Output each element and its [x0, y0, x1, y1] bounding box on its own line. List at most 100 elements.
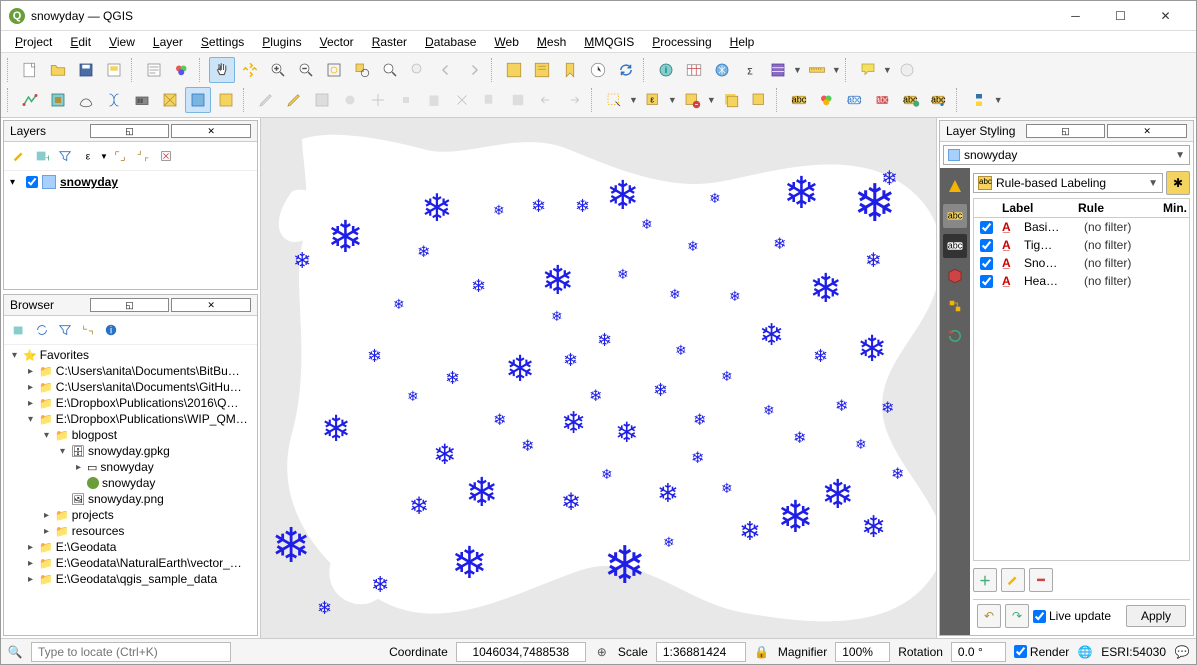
browser-item[interactable]: ▾🗄snowyday.gpkg [6, 443, 255, 459]
rule-checkbox[interactable] [980, 221, 993, 234]
layers-expr-icon[interactable]: ε [77, 145, 99, 167]
menu-view[interactable]: View [101, 33, 143, 51]
browser-add-icon[interactable] [8, 319, 30, 341]
live-update-checkbox[interactable]: Live update [1033, 609, 1122, 623]
browser-item[interactable]: ▾📁E:\Dropbox\Publications\WIP_QM… [6, 411, 255, 427]
select-rect-button[interactable] [601, 87, 627, 113]
field-calc-button[interactable] [709, 57, 735, 83]
minimize-button[interactable]: ─ [1053, 2, 1098, 30]
add-wfs-button[interactable] [213, 87, 239, 113]
invert-selection-button[interactable] [746, 87, 772, 113]
add-raster-button[interactable] [45, 87, 71, 113]
identify-button[interactable]: i [653, 57, 679, 83]
new-print-layout-button[interactable] [101, 57, 127, 83]
layers-panel-undock[interactable]: ◱ [90, 124, 170, 138]
zoom-out-button[interactable] [293, 57, 319, 83]
rule-row[interactable]: A̲Tig…(no filter) [974, 236, 1189, 254]
rule-row[interactable]: A̲Sno…(no filter) [974, 254, 1189, 272]
browser-item[interactable]: snowyday [6, 475, 255, 491]
menu-mesh[interactable]: Mesh [529, 33, 574, 51]
zoom-next-button[interactable] [461, 57, 487, 83]
rule-remove-button[interactable]: ━ [1029, 568, 1053, 592]
temporal-button[interactable] [557, 57, 583, 83]
rule-checkbox[interactable] [980, 239, 993, 252]
rule-checkbox[interactable] [980, 275, 993, 288]
browser-item[interactable]: ▸📁resources [6, 523, 255, 539]
redo-style-button[interactable]: ↷ [1005, 604, 1029, 628]
magnifier-input[interactable]: 100% [835, 642, 890, 662]
browser-item[interactable]: ▸▭snowyday [6, 459, 255, 475]
menu-raster[interactable]: Raster [364, 33, 415, 51]
zoom-native-button[interactable] [405, 57, 431, 83]
coord-toggle-icon[interactable]: ⊕ [594, 644, 610, 660]
save-project-button[interactable] [73, 57, 99, 83]
layer-item[interactable]: ▾ snowyday [6, 173, 255, 191]
menu-layer[interactable]: Layer [145, 33, 191, 51]
show-bookmarks-button[interactable] [529, 57, 555, 83]
browser-panel-undock[interactable]: ◱ [90, 298, 170, 312]
maptips-button[interactable] [855, 57, 881, 83]
layers-collapse-icon[interactable] [132, 145, 154, 167]
browser-item[interactable]: ▸📁E:\Geodata\NaturalEarth\vector_… [6, 555, 255, 571]
messages-icon[interactable]: 💬 [1174, 644, 1190, 660]
menu-help[interactable]: Help [722, 33, 763, 51]
browser-collapse-icon[interactable] [77, 319, 99, 341]
zoom-layer-button[interactable] [377, 57, 403, 83]
label-tool-4[interactable]: abc [870, 87, 896, 113]
rule-row[interactable]: A̲Basi…(no filter) [974, 218, 1189, 236]
menu-edit[interactable]: Edit [62, 33, 99, 51]
layers-add-group-icon[interactable]: + [31, 145, 53, 167]
processing-button[interactable] [765, 57, 791, 83]
close-button[interactable]: ✕ [1143, 2, 1188, 30]
add-delimited-button[interactable] [101, 87, 127, 113]
new-bookmark-button[interactable] [501, 57, 527, 83]
menu-processing[interactable]: Processing [644, 33, 719, 51]
browser-item[interactable]: ▾⭐Favorites [6, 347, 255, 363]
crs-label[interactable]: ESRI:54030 [1101, 645, 1166, 659]
layers-remove-icon[interactable] [155, 145, 177, 167]
menu-database[interactable]: Database [417, 33, 484, 51]
select-value-button[interactable]: ε [640, 87, 666, 113]
browser-item[interactable]: ▸📁E:\Geodata\qgis_sample_data [6, 571, 255, 587]
statistics-button[interactable]: Σ [737, 57, 763, 83]
layers-style-icon[interactable] [8, 145, 30, 167]
label-tool-6[interactable]: abc [926, 87, 952, 113]
maximize-button[interactable]: ☐ [1098, 2, 1143, 30]
rules-list[interactable]: Label Rule Min. A̲Basi…(no filter)A̲Tig…… [973, 198, 1190, 561]
menu-plugins[interactable]: Plugins [254, 33, 309, 51]
zoom-in-button[interactable] [265, 57, 291, 83]
browser-filter-icon[interactable] [54, 319, 76, 341]
styling-layer-select[interactable]: snowyday ▼ [943, 145, 1190, 165]
layers-expand-icon[interactable] [109, 145, 131, 167]
rule-checkbox[interactable] [980, 257, 993, 270]
tab-diagrams-icon[interactable] [943, 294, 967, 318]
annotation-button[interactable] [894, 57, 920, 83]
label-tool-2[interactable] [814, 87, 840, 113]
map-canvas[interactable]: ❄❄❄❄❄❄❄❄❄❄❄❄❄❄❄❄❄❄❄❄❄❄❄❄❄❄❄❄❄❄❄❄❄❄❄❄❄❄❄❄… [261, 118, 936, 638]
tab-labels-icon[interactable]: abc [943, 204, 967, 228]
attribute-table-button[interactable] [681, 57, 707, 83]
browser-item[interactable]: ▸📁E:\Geodata [6, 539, 255, 555]
zoom-full-button[interactable] [321, 57, 347, 83]
menu-project[interactable]: Project [7, 33, 60, 51]
locator-input[interactable] [31, 642, 231, 662]
deselect-button[interactable] [679, 87, 705, 113]
undo-style-button[interactable]: ↶ [977, 604, 1001, 628]
rotation-input[interactable]: 0.0 ° [951, 642, 1006, 662]
apply-button[interactable]: Apply [1126, 605, 1186, 627]
pan-to-selection-button[interactable] [237, 57, 263, 83]
browser-item[interactable]: ▸📁E:\Dropbox\Publications\2016\Q… [6, 395, 255, 411]
add-virtual-button[interactable] [157, 87, 183, 113]
browser-refresh-icon[interactable] [31, 319, 53, 341]
menu-settings[interactable]: Settings [193, 33, 252, 51]
labeling-mode-select[interactable]: abc Rule-based Labeling ▼ [973, 173, 1163, 193]
browser-item[interactable]: ▸📁C:\Users\anita\Documents\GitHu… [6, 379, 255, 395]
render-checkbox[interactable]: Render [1014, 645, 1069, 659]
open-project-button[interactable] [45, 57, 71, 83]
rule-edit-button[interactable] [1001, 568, 1025, 592]
lock-icon[interactable]: 🔒 [754, 644, 770, 660]
style-manager-button[interactable] [141, 57, 167, 83]
browser-item[interactable]: ▾📁blogpost [6, 427, 255, 443]
tab-history-icon[interactable] [943, 324, 967, 348]
auto-config-button[interactable]: ✱ [1166, 171, 1190, 195]
